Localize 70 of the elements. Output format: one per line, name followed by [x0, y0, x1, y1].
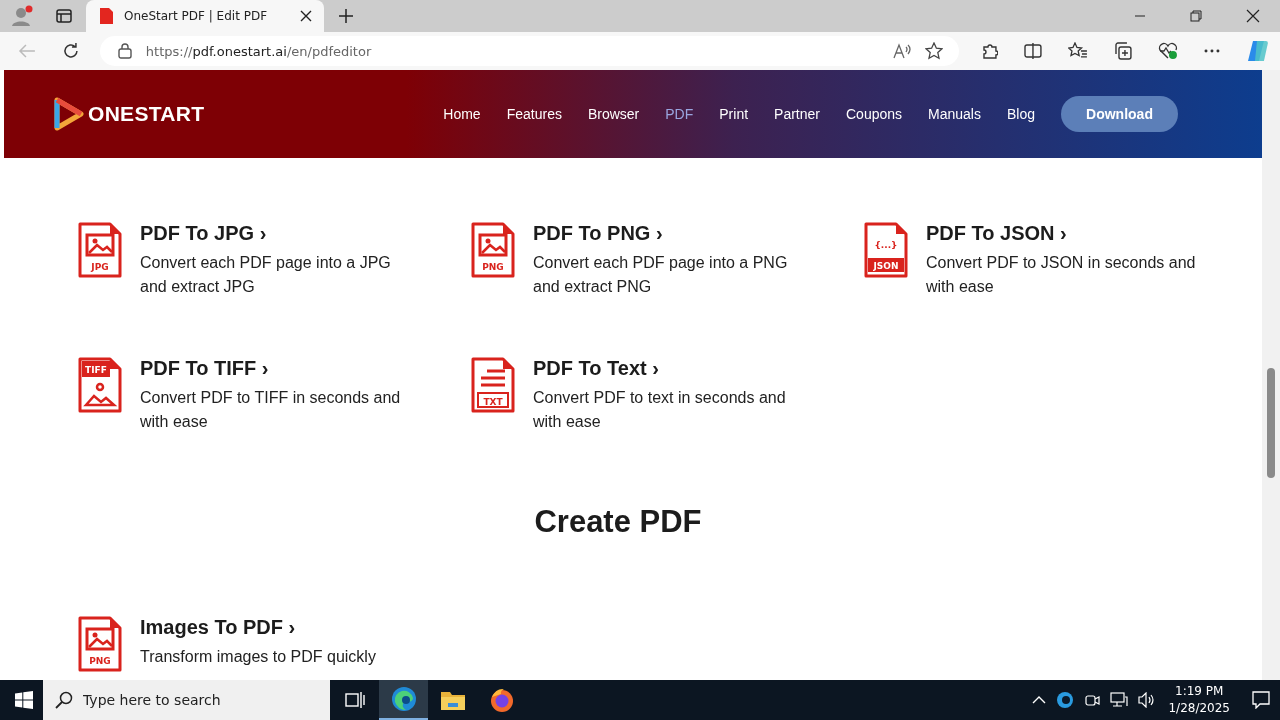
tab-actions-icon[interactable] [56, 8, 72, 24]
pdf-icon [98, 8, 114, 24]
close-icon[interactable] [300, 10, 312, 22]
read-aloud-icon[interactable] [892, 43, 911, 59]
file-icon: PNG [471, 222, 515, 278]
download-button[interactable]: Download [1061, 96, 1178, 132]
nav-link[interactable]: Partner [774, 106, 820, 122]
nav-link[interactable]: Blog [1006, 106, 1035, 122]
app-tray-icon[interactable] [1056, 691, 1075, 709]
section-heading: Create PDF [533, 504, 703, 540]
restore-icon[interactable] [1190, 10, 1202, 22]
collections-icon[interactable] [1114, 42, 1133, 60]
extensions-icon[interactable] [980, 42, 999, 60]
close-icon[interactable] [1246, 9, 1260, 23]
nav-link[interactable]: Home [443, 106, 481, 122]
copilot-icon[interactable] [1246, 39, 1270, 63]
new-tab-icon[interactable] [338, 8, 354, 24]
browser-tab[interactable]: OneStart PDF | Edit PDF [86, 0, 324, 32]
tool-description: Convert PDF to text in seconds and with ease [533, 388, 787, 432]
chevron-up-icon[interactable] [1032, 696, 1047, 704]
tool-link[interactable]: PDF To JSON › [926, 222, 1067, 245]
tool-description: Convert each PDF page into a PNG and extract PNG [533, 253, 789, 297]
tool-description: Convert each PDF page into a JPG and extract JPG [140, 253, 392, 297]
tool-link[interactable]: Images To PDF › [140, 616, 296, 639]
tool-description: Convert PDF to TIFF in seconds and with ease [140, 388, 402, 432]
nav-link[interactable]: Coupons [846, 106, 903, 122]
taskbar-search-field[interactable]: Type here to search [43, 680, 330, 720]
health-icon[interactable] [1158, 42, 1179, 60]
edge-icon [390, 686, 417, 712]
task-view-icon [344, 691, 365, 709]
scrollbar[interactable] [1262, 70, 1280, 680]
nav-link[interactable]: Print [719, 106, 749, 122]
logo-text[interactable]: ONESTART [88, 102, 205, 126]
refresh-icon[interactable] [61, 42, 80, 60]
logo-icon [54, 97, 84, 131]
nav-link[interactable]: PDF [665, 106, 694, 122]
folder-icon [439, 689, 466, 711]
clock-time[interactable]: 1:19 PM [1175, 683, 1224, 700]
firefox-icon [488, 687, 515, 713]
nav-link[interactable]: Manuals [928, 106, 981, 122]
favorites-icon[interactable] [1068, 42, 1089, 60]
tool-description: Convert PDF to JSON in seconds and with ease [926, 253, 1197, 297]
profile-icon[interactable] [10, 4, 34, 28]
search-icon [55, 691, 73, 709]
more-icon[interactable] [1204, 49, 1221, 53]
address-field[interactable]: https://pdf.onestart.ai/en/pdfeditor [99, 36, 959, 66]
lock-icon [117, 43, 132, 59]
star-icon[interactable] [924, 42, 943, 60]
clock-date[interactable]: 1/28/2025 [1168, 700, 1230, 717]
file-icon: {...} JSON [864, 222, 908, 278]
tool-link[interactable]: PDF To Text › [533, 357, 659, 380]
file-icon: JPG [78, 222, 122, 278]
tool-link[interactable]: PDF To PNG › [533, 222, 663, 245]
volume-icon[interactable] [1138, 692, 1157, 708]
taskbar-app[interactable] [379, 680, 428, 720]
file-icon: PNG [78, 616, 122, 672]
meet-icon[interactable] [1084, 692, 1101, 708]
tool-description: Transform images to PDF quickly [140, 647, 377, 667]
file-icon: TIFF [78, 357, 122, 413]
tab-title: OneStart PDF | Edit PDF [124, 9, 269, 23]
nav-link[interactable]: Features [506, 106, 562, 122]
file-icon: TXT [471, 357, 515, 413]
nav-link[interactable]: Browser [587, 106, 640, 122]
windows-start-icon[interactable] [15, 691, 33, 709]
tool-link[interactable]: PDF To JPG › [140, 222, 267, 245]
notifications-icon[interactable] [1252, 691, 1270, 709]
tool-link[interactable]: PDF To TIFF › [140, 357, 269, 380]
network-icon[interactable] [1110, 692, 1129, 708]
split-screen-icon[interactable] [1024, 42, 1043, 60]
url-text: https://pdf.onestart.ai/en/pdfeditor [145, 43, 372, 59]
